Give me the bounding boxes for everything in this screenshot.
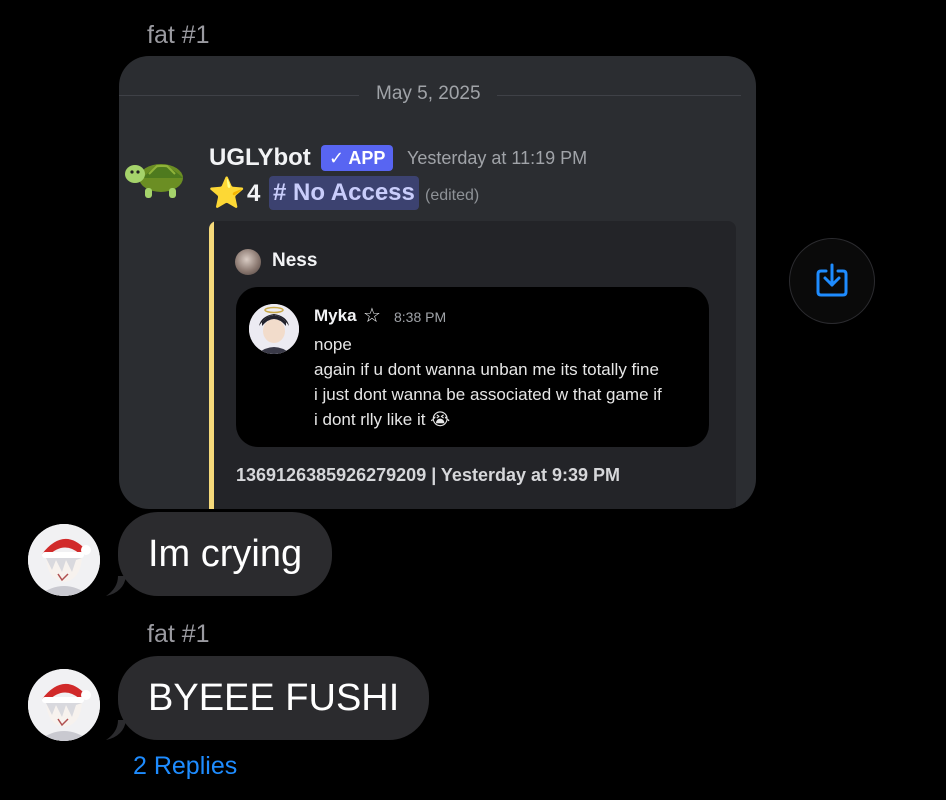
embed-footer: 1369126385926279209 | Yesterday at 9:39 … — [236, 465, 621, 485]
replies-link[interactable]: 2 Replies — [133, 752, 237, 781]
embed-author: Ness — [272, 250, 318, 271]
turtle-icon — [125, 164, 183, 198]
crying-emoji-icon: 😭 — [430, 410, 451, 429]
star-count: 4 — [247, 180, 261, 207]
star-outline-icon: ☆ — [363, 305, 381, 327]
image-attachment[interactable]: May 5, 2025 UGLYbot ✓ APP Yesterday at 1… — [119, 56, 756, 509]
quoted-line: again if u dont wanna unban me its total… — [314, 360, 659, 379]
quoted-line: i just dont wanna be associated w that g… — [314, 385, 662, 404]
embed-accent-bar — [209, 221, 214, 509]
divider-line — [497, 95, 741, 96]
avatar[interactable] — [28, 669, 100, 741]
date-divider: May 5, 2025 — [119, 83, 741, 107]
quoted-time: 8:38 PM — [394, 309, 447, 325]
channel-mention: # No Access — [269, 176, 419, 210]
share-button[interactable] — [789, 238, 875, 324]
bubble-tail — [106, 576, 126, 596]
download-icon — [816, 263, 848, 297]
quoted-line: nope — [314, 335, 352, 354]
avatar — [235, 249, 261, 275]
quoted-line: i dont rlly like it 😭 — [314, 407, 662, 432]
app-badge: ✓ APP — [321, 145, 394, 171]
avatar[interactable] — [28, 524, 100, 596]
avatar — [249, 304, 299, 354]
sender-name: fat #1 — [147, 21, 210, 49]
quoted-author: Myka — [314, 306, 357, 325]
sender-name: fat #1 — [147, 620, 210, 648]
bot-name: UGLYbot — [209, 144, 311, 171]
quote-embed: Ness Myka ☆ 8:38 PM nope again if u dont… — [209, 221, 736, 509]
bubble-tail — [106, 720, 126, 740]
date-divider-text: May 5, 2025 — [376, 83, 481, 104]
divider-line — [119, 95, 359, 96]
message-bubble[interactable]: Im crying — [118, 512, 333, 596]
quoted-message: Myka ☆ 8:38 PM nope again if u dont wann… — [236, 287, 709, 447]
bot-timestamp: Yesterday at 11:19 PM — [407, 148, 588, 168]
quoted-line-text: i dont rlly like it — [314, 410, 426, 429]
star-icon: ⭐ — [208, 177, 246, 210]
edited-label: (edited) — [425, 187, 480, 204]
message-bubble[interactable]: BYEEE FUSHI — [118, 656, 430, 740]
quoted-text: nope again if u dont wanna unban me its … — [314, 332, 662, 432]
